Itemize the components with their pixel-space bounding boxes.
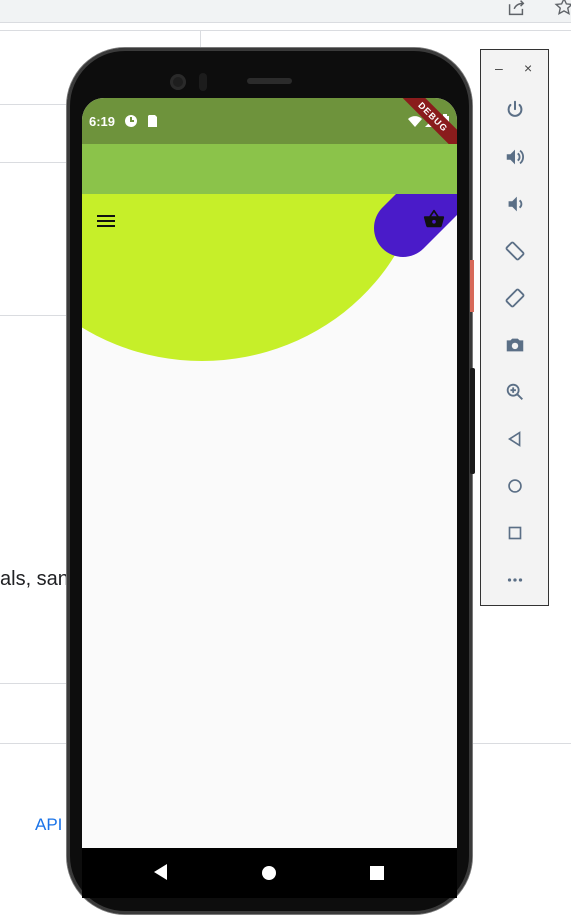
emulator-toolbar: – × — [480, 49, 549, 606]
divider — [0, 30, 571, 31]
rotate-left-icon[interactable] — [502, 238, 528, 264]
zoom-icon[interactable] — [502, 379, 528, 405]
back-icon[interactable] — [154, 864, 167, 880]
status-bar: 6:19 DEBUG — [82, 98, 457, 159]
more-icon[interactable] — [502, 567, 528, 593]
back-icon[interactable] — [502, 426, 528, 452]
sd-card-icon — [145, 114, 159, 128]
status-time: 6:19 — [89, 114, 116, 129]
share-icon[interactable] — [505, 0, 527, 24]
browser-toolbar — [0, 0, 571, 23]
earpiece-speaker — [247, 78, 292, 84]
volume-up-icon[interactable] — [502, 144, 528, 170]
android-nav-bar — [82, 848, 457, 898]
window-edge-accent — [470, 260, 474, 312]
recents-icon[interactable] — [370, 866, 384, 880]
shopping-basket-icon[interactable] — [423, 208, 447, 232]
api-link[interactable]: API — [35, 815, 62, 835]
device-screen: 6:19 DEBUG — [82, 98, 457, 898]
app-body — [82, 194, 457, 848]
star-icon[interactable] — [553, 0, 571, 24]
side-button — [470, 368, 475, 474]
overview-icon[interactable] — [502, 520, 528, 546]
screenshot-icon[interactable] — [502, 332, 528, 358]
front-camera — [170, 74, 186, 90]
app-bar — [82, 144, 457, 194]
data-saver-icon — [124, 114, 138, 128]
power-icon[interactable] — [502, 97, 528, 123]
close-icon[interactable]: × — [524, 60, 532, 76]
phone-frame: 6:19 DEBUG — [67, 48, 475, 914]
menu-icon[interactable] — [97, 212, 117, 232]
home-icon[interactable] — [502, 473, 528, 499]
sensor — [199, 73, 207, 91]
rotate-right-icon[interactable] — [502, 285, 528, 311]
minimize-icon[interactable]: – — [495, 60, 503, 76]
home-icon[interactable] — [262, 866, 276, 880]
background-text: als, san — [0, 568, 69, 590]
volume-down-icon[interactable] — [502, 191, 528, 217]
